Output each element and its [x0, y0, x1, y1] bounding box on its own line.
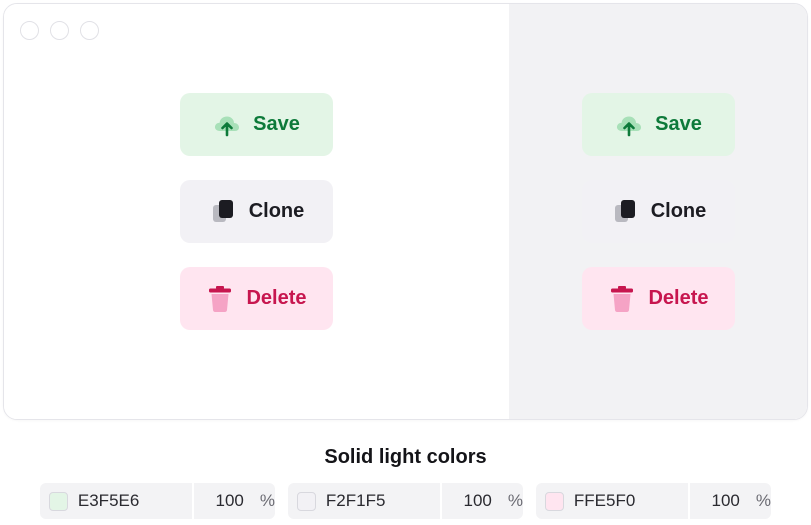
save-button-label: Save	[253, 113, 300, 135]
percent-unit: %	[507, 491, 523, 510]
opacity-value[interactable]: 100	[690, 491, 739, 511]
button-group: Save Clone Delete	[582, 93, 735, 330]
copy-icon	[611, 198, 639, 226]
percent-unit: %	[259, 491, 275, 510]
delete-button[interactable]: Delete	[582, 267, 735, 330]
clone-button[interactable]: Clone	[180, 180, 333, 243]
clone-button-label: Clone	[650, 200, 707, 222]
color-chip[interactable]	[49, 491, 68, 511]
opacity-value[interactable]: 100	[442, 491, 491, 511]
hex-value[interactable]: FFE5F0	[574, 491, 688, 511]
cloud-upload-icon	[213, 111, 241, 139]
color-chip[interactable]	[545, 491, 564, 511]
color-swatch-pink[interactable]: FFE5F0 100 %	[536, 483, 771, 519]
trash-icon	[206, 285, 234, 313]
hex-value[interactable]: F2F1F5	[326, 491, 440, 511]
save-button[interactable]: Save	[582, 93, 735, 156]
delete-button-label: Delete	[648, 287, 709, 309]
window-controls	[20, 21, 99, 40]
save-button-label: Save	[655, 113, 702, 135]
trash-icon	[608, 285, 636, 313]
percent-unit: %	[755, 491, 771, 510]
preview-window: Save Clone Delete Save Clone Delete	[3, 3, 808, 420]
save-button[interactable]: Save	[180, 93, 333, 156]
tinted-preview-pane: Save Clone Delete	[509, 4, 807, 419]
button-group: Save Clone Delete	[180, 93, 333, 330]
clone-button[interactable]: Clone	[582, 180, 735, 243]
delete-button-label: Delete	[246, 287, 307, 309]
cloud-upload-icon	[615, 111, 643, 139]
copy-icon	[209, 198, 237, 226]
opacity-value[interactable]: 100	[194, 491, 243, 511]
clone-button-label: Clone	[248, 200, 305, 222]
hex-value[interactable]: E3F5E6	[78, 491, 192, 511]
section-caption: Solid light colors	[324, 446, 487, 468]
color-chip[interactable]	[297, 491, 316, 511]
color-swatch-green[interactable]: E3F5E6 100 %	[40, 483, 275, 519]
close-window-dot[interactable]	[20, 21, 39, 40]
color-swatch-gray[interactable]: F2F1F5 100 %	[288, 483, 523, 519]
maximize-window-dot[interactable]	[80, 21, 99, 40]
minimize-window-dot[interactable]	[50, 21, 69, 40]
light-preview-pane: Save Clone Delete	[4, 4, 509, 419]
delete-button[interactable]: Delete	[180, 267, 333, 330]
color-swatch-list: E3F5E6 100 % F2F1F5 100 % FFE5F0 100 %	[40, 483, 771, 519]
